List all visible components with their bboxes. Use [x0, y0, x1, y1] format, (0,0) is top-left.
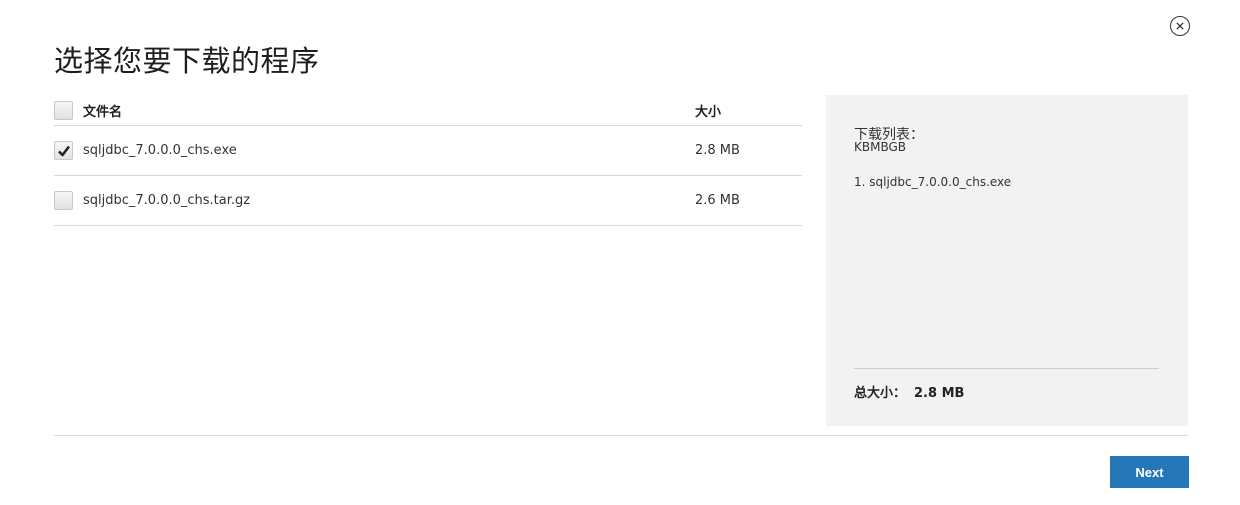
checkmark-icon: [57, 145, 70, 156]
summary-list-item: 1. sqljdbc_7.0.0.0_chs.exe: [854, 175, 1012, 189]
select-all-checkbox[interactable]: [54, 100, 73, 120]
file-checkbox[interactable]: [54, 191, 73, 210]
total-size: 总大小： 2.8 MB: [854, 382, 964, 401]
next-button[interactable]: Next: [1110, 456, 1189, 488]
total-size-label: 总大小：: [854, 386, 907, 401]
summary-divider: [854, 368, 1159, 369]
file-size: 2.8 MB: [695, 143, 740, 158]
summary-subheading: KBMBGB: [854, 140, 907, 154]
file-size: 2.6 MB: [695, 193, 740, 208]
total-size-value: 2.8 MB: [914, 386, 965, 401]
column-header-size: 大小: [695, 104, 722, 120]
footer-divider: [54, 435, 1188, 436]
table-row: sqljdbc_7.0.0.0_chs.exe 2.8 MB: [54, 126, 802, 176]
file-name: sqljdbc_7.0.0.0_chs.tar.gz: [83, 193, 251, 208]
file-table: 文件名 大小 sqljdbc_7.0.0.0_chs.exe 2.8 MB sq…: [54, 95, 802, 226]
table-header: 文件名 大小: [54, 95, 802, 126]
file-checkbox[interactable]: [54, 141, 73, 160]
file-name: sqljdbc_7.0.0.0_chs.exe: [83, 143, 237, 158]
download-summary-panel: 下载列表： KBMBGB 1. sqljdbc_7.0.0.0_chs.exe …: [826, 95, 1188, 426]
page-title: 选择您要下载的程序: [54, 44, 320, 78]
close-icon[interactable]: [1170, 16, 1190, 36]
table-row: sqljdbc_7.0.0.0_chs.tar.gz 2.6 MB: [54, 176, 802, 226]
column-header-name: 文件名: [83, 104, 123, 120]
